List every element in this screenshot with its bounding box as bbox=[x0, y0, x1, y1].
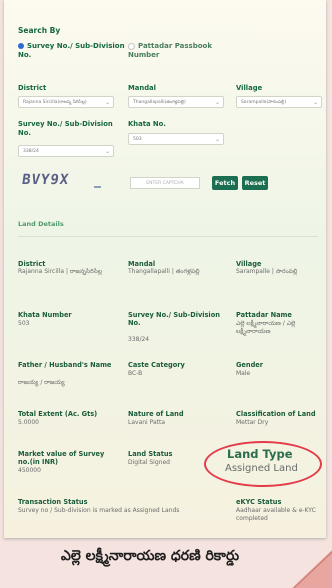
mandal-select[interactable]: Thangallapalli(తంగళ్లపల్లి) ⌄ bbox=[128, 96, 224, 108]
section-divider bbox=[18, 236, 318, 237]
ld-status-value: Digital Signed bbox=[128, 459, 170, 466]
chevron-down-icon: ⌄ bbox=[104, 148, 110, 155]
ld-land-type-label: Land Type bbox=[227, 447, 293, 461]
ld-survey-label: Survey No./ Sub-Division No. bbox=[128, 311, 220, 328]
ld-mandal-value: Thangallapalli | తంగళ్లపల్లి bbox=[128, 268, 200, 275]
radio-unselected-icon bbox=[128, 42, 135, 50]
captcha-input[interactable]: ENTER CAPTCHA bbox=[130, 177, 200, 189]
ld-market-label: Market value of Survey no.(in INR) bbox=[18, 450, 105, 467]
village-select[interactable]: Sarampalle(సారంపల్లి) ⌄ bbox=[236, 96, 322, 108]
ld-district-value: Rajanna Sircilla | రాజన్నసిరిసిల్ల bbox=[18, 268, 103, 275]
reset-button[interactable]: Reset bbox=[242, 176, 268, 190]
chevron-down-icon: ⌄ bbox=[214, 99, 220, 106]
search-by-title: Search By bbox=[18, 26, 61, 35]
khata-label: Khata No. bbox=[128, 120, 166, 128]
ld-transaction-value: Survey no / Sub-division is marked as As… bbox=[18, 507, 180, 514]
ld-extent-label: Total Extent (Ac. Gts) bbox=[18, 410, 98, 418]
survey-select[interactable]: 338/24 ⌄ bbox=[18, 145, 114, 157]
ld-classification-value: Mettar Dry bbox=[236, 419, 269, 426]
chevron-down-icon: ⌄ bbox=[312, 99, 318, 106]
refresh-captcha-icon[interactable] bbox=[94, 186, 101, 188]
ld-pattadar-label: Pattadar Name bbox=[236, 311, 292, 319]
land-record-panel: Search By Survey No./ Sub-Division No. P… bbox=[4, 0, 326, 538]
fetch-button[interactable]: Fetch bbox=[212, 176, 238, 190]
ld-gender-value: Male bbox=[236, 370, 251, 377]
ld-ekyc-value: Aadhaar available & e-KYC completed bbox=[236, 507, 316, 522]
radio-selected-icon bbox=[18, 43, 24, 49]
ld-khata-value: 503 bbox=[18, 320, 30, 327]
ld-nature-value: Lavani Patta bbox=[128, 419, 166, 426]
ld-survey-value: 338/24 bbox=[128, 336, 150, 343]
ld-village-value: Sarampalle | సారంపల్లి bbox=[236, 268, 298, 275]
ld-transaction-label: Transaction Status bbox=[18, 498, 88, 506]
caption-text: ఎల్లె లక్ష్మీనారాయణ ధరణి రికార్డు bbox=[60, 548, 240, 564]
ld-pattadar-value: ఎల్లె లక్ష్మీనారాయణ / ఎల్లె లక్ష్మీనారాయ… bbox=[236, 320, 296, 335]
captcha-image: BVY9X bbox=[20, 172, 71, 188]
ld-district-label: District bbox=[18, 260, 46, 268]
ld-village-label: Village bbox=[236, 260, 262, 268]
village-label: Village bbox=[236, 84, 263, 92]
ld-ekyc-label: eKYC Status bbox=[236, 498, 282, 506]
ld-extent-value: 5.0000 bbox=[18, 419, 39, 426]
district-select[interactable]: Rajanna Sircilla(రాజన్న సిరిసిల్ల) ⌄ bbox=[18, 96, 114, 108]
option-survey-radio[interactable]: Survey No./ Sub-Division No. bbox=[18, 42, 128, 60]
ld-gender-label: Gender bbox=[236, 361, 264, 369]
ld-land-type-value: Assigned Land bbox=[225, 463, 298, 474]
ld-classification-label: Classification of Land bbox=[236, 410, 316, 418]
ld-status-label: Land Status bbox=[128, 450, 173, 458]
mandal-label: Mandal bbox=[128, 84, 156, 92]
ld-caste-label: Caste Category bbox=[128, 361, 185, 369]
district-label: District bbox=[18, 84, 47, 92]
ld-market-value: 450000 bbox=[18, 467, 41, 474]
ld-nature-label: Nature of Land bbox=[128, 410, 184, 418]
ld-khata-label: Khata Number bbox=[18, 311, 72, 319]
chevron-down-icon: ⌄ bbox=[104, 99, 110, 106]
ld-father-label: Father / Husband's Name bbox=[18, 361, 112, 369]
ld-mandal-label: Mandal bbox=[128, 260, 156, 268]
chevron-down-icon: ⌄ bbox=[214, 136, 220, 143]
ld-caste-value: BC-B bbox=[128, 370, 143, 377]
survey-label: Survey No./ Sub-Division No. bbox=[18, 120, 113, 137]
khata-select[interactable]: 503 ⌄ bbox=[128, 133, 224, 145]
ld-father-value: రాజయ్య / రాజయ్య bbox=[18, 379, 65, 386]
option-pattadar-radio[interactable]: Pattadar Passbook Number bbox=[128, 42, 238, 60]
land-details-title: Land Details bbox=[18, 220, 64, 228]
